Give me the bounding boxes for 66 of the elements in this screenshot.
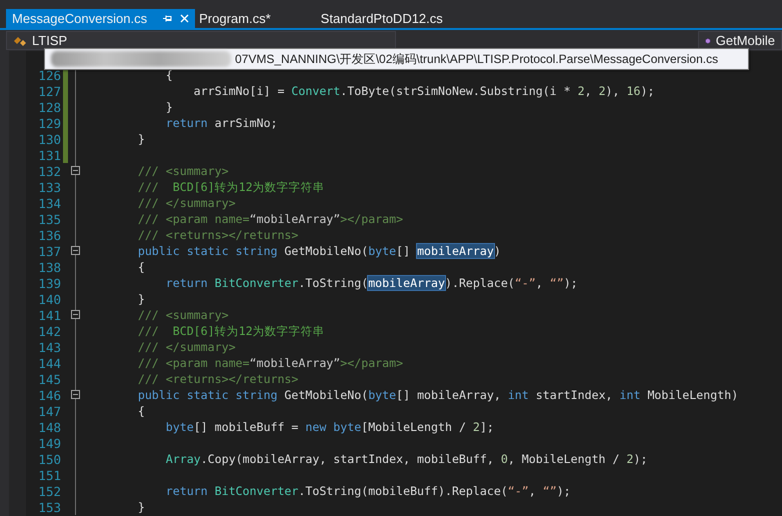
- pin-icon[interactable]: [163, 14, 172, 23]
- line-number: 140: [37, 292, 61, 306]
- line-number: 128: [37, 100, 61, 114]
- code-line: /// BCD[6]转为12为数字字符串: [136, 179, 325, 195]
- code-line: public static string GetMobileNo(byte[] mobileArray): [136, 243, 501, 259]
- code-line: return arrSimNo;: [164, 115, 278, 131]
- collapse-icon[interactable]: [71, 310, 80, 319]
- code-line: }: [136, 291, 145, 307]
- line-number: 144: [37, 356, 61, 370]
- collapse-icon[interactable]: [71, 390, 80, 399]
- file-tab[interactable]: Program.cs*: [195, 9, 317, 28]
- code-line: {: [164, 67, 173, 83]
- line-number: 132: [37, 164, 61, 178]
- collapse-icon[interactable]: [71, 166, 80, 175]
- line-number: 129: [37, 116, 61, 130]
- line-number: 139: [37, 276, 61, 290]
- line-number: 130: [37, 132, 61, 146]
- line-number: 126: [37, 68, 61, 82]
- code-line: return BitConverter.ToString(mobileBuff).Replace(“-”, “”);: [164, 483, 571, 499]
- line-number: 149: [37, 436, 61, 450]
- code-line: /// BCD[6]转为12为数字字符串: [136, 323, 325, 339]
- class-icon: [13, 34, 27, 46]
- code-line: }: [164, 99, 173, 115]
- code-line: return BitConverter.ToString(mobileArray).Replace(“-”, “”);: [164, 275, 578, 291]
- file-path: 07VMS_NANNING\开发区\02编码\trunk\APP\LTISP.Protocol.Parse\MessageConversion.cs: [235, 50, 718, 68]
- code-line: byte[] mobileBuff = new byte[MobileLength / 2];: [164, 419, 494, 435]
- code-line: /// <param name=“mobileArray”></param>: [136, 355, 404, 371]
- line-number: 133: [37, 180, 61, 194]
- line-number: 151: [37, 468, 61, 482]
- code-line: /// </summary>: [136, 195, 236, 211]
- type-dropdown[interactable]: LTISP: [6, 31, 396, 50]
- file-tab[interactable]: MessageConversion.cs: [6, 9, 196, 28]
- code-line: /// <returns></returns>: [136, 371, 298, 387]
- code-line: }: [136, 131, 145, 147]
- line-number: 135: [37, 212, 61, 226]
- line-number: 138: [37, 260, 61, 274]
- code-line: /// <param name=“mobileArray”></param>: [136, 211, 404, 227]
- line-number: 142: [37, 324, 61, 338]
- line-number: 134: [37, 196, 61, 210]
- member-dropdown[interactable]: GetMobile: [698, 31, 782, 50]
- line-number: 153: [37, 500, 61, 514]
- code-line: public static string GetMobileNo(byte[] mobileArray, int startIndex, int MobileLength): [136, 387, 738, 403]
- code-line: /// <returns></returns>: [136, 227, 298, 243]
- line-number: 147: [37, 404, 61, 418]
- line-number: 145: [37, 372, 61, 386]
- line-number: 131: [37, 148, 61, 162]
- file-tab[interactable]: StandardPtoDD12.cs: [316, 9, 489, 28]
- code-line: /// <summary>: [136, 307, 229, 323]
- code-line: {: [136, 259, 145, 275]
- line-number: 127: [37, 84, 61, 98]
- line-number: 143: [37, 340, 61, 354]
- line-number: 152: [37, 484, 61, 498]
- code-line: arrSimNo[i] = Convert.ToByte(strSimNoNew.Substring(i * 2, 2), 16);: [192, 83, 654, 99]
- close-icon[interactable]: [180, 14, 190, 23]
- line-number: 137: [37, 244, 61, 258]
- collapse-icon[interactable]: [71, 246, 80, 255]
- code-line: }: [136, 499, 145, 515]
- line-number: 141: [37, 308, 61, 322]
- code-line: /// <summary>: [136, 163, 229, 179]
- code-line: Array.Copy(mobileArray, startIndex, mobileBuff, 0, MobileLength / 2);: [164, 451, 648, 467]
- line-number: 146: [37, 388, 61, 402]
- line-number: 150: [37, 452, 61, 466]
- code-line: {: [136, 403, 145, 419]
- line-number: 136: [37, 228, 61, 242]
- code-line: /// </summary>: [136, 339, 236, 355]
- line-number: 148: [37, 420, 61, 434]
